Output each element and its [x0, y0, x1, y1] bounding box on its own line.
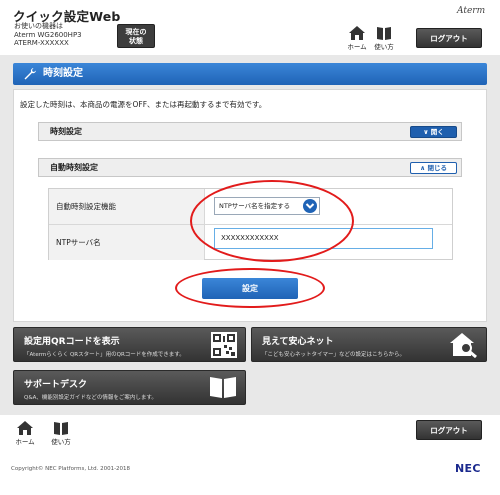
notice-text: 設定した時刻は、本商品の電源をOFF、または再起動するまで有効です。: [20, 100, 267, 109]
tile-title: サポートデスク: [24, 380, 88, 390]
status-button-line1: 現在の: [125, 28, 147, 36]
accordion-auto-time[interactable]: 自動時刻設定 ∧ 閉じる: [38, 158, 462, 177]
copyright-text: Copyright© NEC Platforms, Ltd. 2001-2018: [11, 466, 131, 472]
qr-code-tile[interactable]: 設定用QRコードを表示 「Atermらくらく QRスタート」用のQRコードを作成…: [13, 327, 246, 362]
accordion-title: 自動時刻設定: [50, 163, 98, 172]
footer-logout-button[interactable]: ログアウト: [416, 420, 482, 440]
chevron-up-icon: ∧: [419, 164, 426, 172]
close-button[interactable]: ∧ 閉じる: [410, 162, 457, 174]
footer-help-nav[interactable]: 使い方: [49, 421, 73, 446]
wrench-icon: [24, 68, 36, 80]
status-button-line2: 状態: [129, 37, 143, 45]
model-name: Aterm WG2600HP3: [14, 30, 82, 39]
mieru-anshin-tile[interactable]: 見えて安心ネット 「こども安心ネットタイマー」などの設定はこちらから。: [251, 327, 487, 362]
home-icon: [349, 26, 365, 40]
ntp-label: NTPサーバ名: [49, 225, 204, 260]
accordion-title: 時刻設定: [50, 127, 82, 136]
open-button-label: 開く: [430, 128, 444, 136]
logout-button[interactable]: ログアウト: [416, 28, 482, 48]
home-label: ホーム: [347, 43, 367, 51]
help-nav[interactable]: 使い方: [372, 26, 396, 51]
book-icon: [377, 27, 391, 40]
chevron-down-icon: ∨: [423, 128, 429, 136]
model-label: お使いの機器は: [14, 22, 63, 30]
tile-desc: Q&A、機能別設定ガイドなどの情報をご案内します。: [24, 395, 157, 401]
help-label: 使い方: [51, 438, 71, 446]
close-button-label: 閉じる: [427, 164, 448, 172]
section-header: 時刻設定: [13, 63, 487, 85]
current-status-button[interactable]: 現在の 状態: [117, 24, 155, 48]
header: クイック設定Web お使いの機器は Aterm WG2600HP3 ATERM-…: [0, 0, 500, 55]
home-nav[interactable]: ホーム: [345, 26, 369, 51]
qr-code-icon: [211, 332, 237, 358]
tile-title: 見えて安心ネット: [262, 337, 334, 347]
section-title: 時刻設定: [43, 68, 83, 79]
home-icon: [17, 421, 33, 435]
tile-desc: 「こども安心ネットタイマー」などの設定はこちらから。: [262, 352, 406, 358]
auto-time-label: 自動時刻設定機能: [49, 189, 204, 224]
tile-title: 設定用QRコードを表示: [24, 337, 120, 347]
home-label: ホーム: [15, 438, 35, 446]
device-id: ATERM-XXXXXX: [14, 39, 69, 47]
brand-logo: Aterm: [457, 6, 486, 16]
book-icon: [210, 377, 236, 398]
house-search-icon: [450, 333, 477, 358]
highlight-ring-submit: [175, 268, 325, 308]
highlight-ring-form: [190, 180, 354, 262]
help-label: 使い方: [374, 43, 394, 51]
book-icon: [54, 422, 68, 435]
tile-desc: 「Atermらくらく QRスタート」用のQRコードを作成できます。: [24, 352, 185, 358]
accordion-time-settings[interactable]: 時刻設定 ∨ 開く: [38, 122, 462, 141]
open-button[interactable]: ∨ 開く: [410, 126, 457, 138]
nec-logo: NEC: [455, 462, 481, 475]
footer-home-nav[interactable]: ホーム: [13, 421, 37, 446]
device-info: お使いの機器は Aterm WG2600HP3 ATERM-XXXXXX: [14, 22, 82, 48]
support-desk-tile[interactable]: サポートデスク Q&A、機能別設定ガイドなどの情報をご案内します。: [13, 370, 246, 405]
